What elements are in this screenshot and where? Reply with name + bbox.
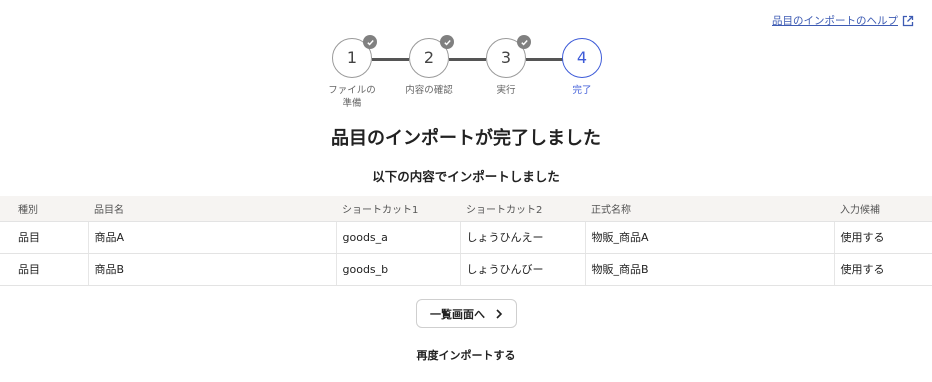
- page-title: 品目のインポートが完了しました: [331, 128, 601, 149]
- go-to-list-label: 一覧画面へ: [430, 307, 485, 321]
- step-label: 内容の確認: [389, 84, 469, 97]
- step-label-line: 実行: [496, 85, 516, 96]
- result-subtitle: 以下の内容でインポートしました: [372, 169, 560, 184]
- table-cell: 品目: [0, 221, 88, 254]
- step-2: 2 内容の確認: [389, 35, 469, 97]
- check-icon: [517, 35, 531, 49]
- step-3: 3 実行: [466, 35, 546, 97]
- table-cell: 使用する: [833, 253, 932, 286]
- step-circle-active: 4: [562, 38, 602, 78]
- table-header-row: 種別 品目名 ショートカット1 ショートカット2 正式名称 入力候補: [0, 196, 932, 222]
- import-help-link[interactable]: 品目のインポートのヘルプ: [772, 13, 914, 28]
- check-icon: [363, 35, 377, 49]
- table-cell: しょうひんびー: [459, 253, 585, 286]
- table-cell: goods_b: [335, 253, 460, 286]
- table-row: 品目 商品B goods_b しょうひんびー 物販_商品B 使用する: [0, 253, 932, 286]
- table-cell: 使用する: [833, 221, 932, 254]
- external-link-icon: [902, 15, 914, 26]
- table-cell: 物販_商品A: [584, 221, 834, 254]
- table-cell: 品目: [0, 253, 88, 286]
- table-cell: 商品B: [87, 253, 336, 286]
- step-label-line: 完了: [572, 85, 592, 96]
- step-number: 2: [423, 48, 435, 67]
- chevron-right-icon: [496, 308, 503, 319]
- column-header: ショートカット2: [460, 196, 585, 222]
- column-header: ショートカット1: [336, 196, 460, 222]
- column-header: 入力候補: [834, 196, 932, 222]
- step-1: 1 ファイルの 準備: [312, 35, 392, 110]
- check-icon: [440, 35, 454, 49]
- table-cell: しょうひんえー: [459, 221, 585, 254]
- go-to-list-button[interactable]: 一覧画面へ: [416, 299, 517, 328]
- table-row: 品目 商品A goods_a しょうひんえー 物販_商品A 使用する: [0, 221, 932, 254]
- table-cell: goods_a: [335, 221, 460, 254]
- step-label: ファイルの 準備: [312, 84, 392, 110]
- step-label: 完了: [542, 84, 622, 97]
- column-header: 種別: [0, 196, 88, 222]
- column-header: 品目名: [88, 196, 336, 222]
- step-label-line: ファイルの: [328, 85, 376, 96]
- step-circle: 2: [409, 35, 454, 78]
- step-label: 実行: [466, 84, 546, 97]
- step-label-line: 準備: [342, 98, 362, 109]
- import-stepper: 1 ファイルの 準備 2 内容の確認 3 実行 4 完了: [0, 35, 932, 118]
- table-cell: 物販_商品B: [584, 253, 834, 286]
- step-4: 4 完了: [542, 38, 622, 97]
- step-number: 1: [346, 48, 358, 67]
- step-number: 3: [500, 48, 512, 67]
- import-help-label: 品目のインポートのヘルプ: [772, 15, 898, 27]
- step-label-line: 内容の確認: [405, 85, 453, 96]
- step-circle: 3: [486, 35, 531, 78]
- step-number: 4: [576, 48, 588, 67]
- table-cell: 商品A: [87, 221, 336, 254]
- step-circle: 1: [332, 35, 377, 78]
- import-result-table: 種別 品目名 ショートカット1 ショートカット2 正式名称 入力候補 品目 商品…: [0, 196, 932, 286]
- column-header: 正式名称: [585, 196, 834, 222]
- reimport-link[interactable]: 再度インポートする: [0, 347, 932, 363]
